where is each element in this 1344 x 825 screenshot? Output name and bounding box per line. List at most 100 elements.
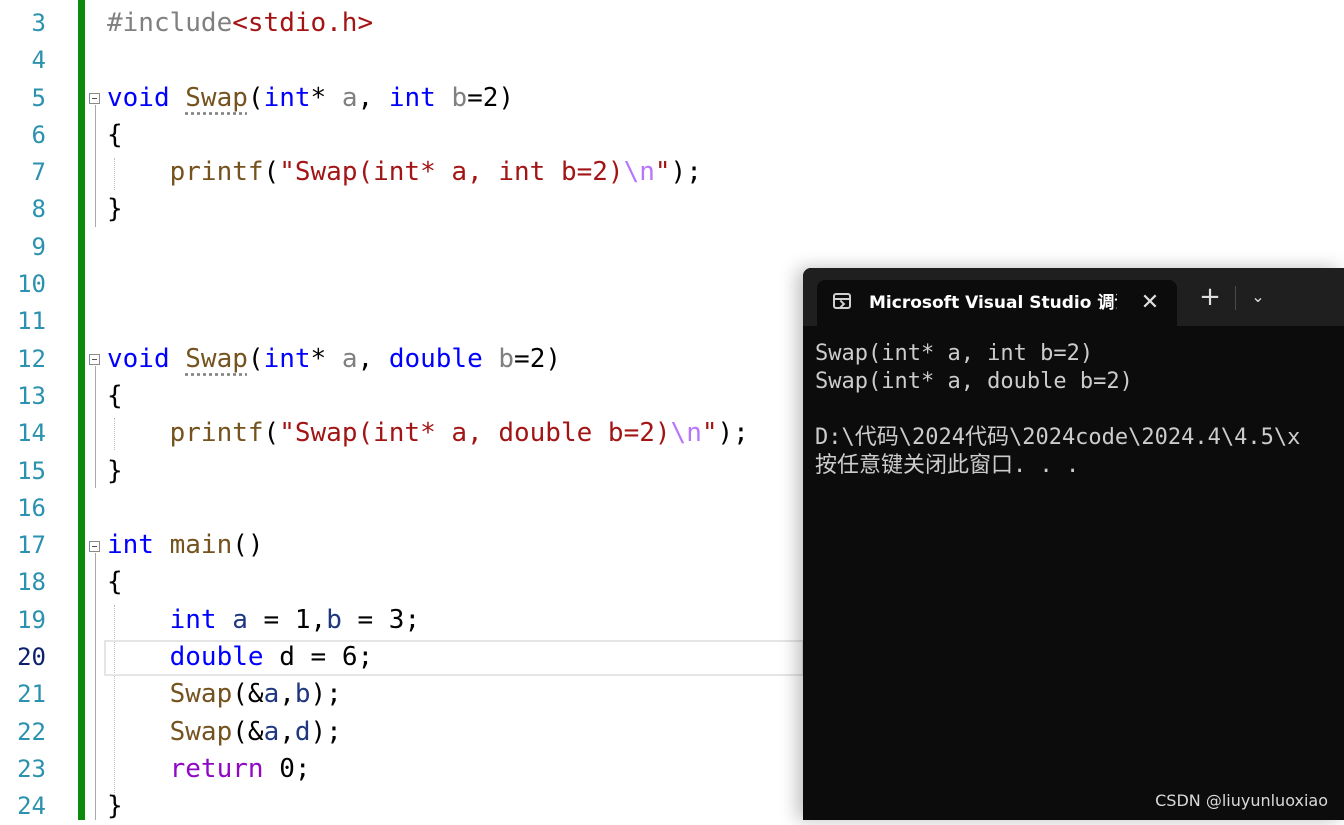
code-line-12[interactable]: void Swap(int* a, double b=2) [107, 341, 561, 378]
string-literal: " [701, 418, 718, 448]
code-line-3[interactable]: #include<stdio.h> [107, 5, 373, 42]
output-line: 按任意键关闭此窗口. . . [815, 453, 1080, 478]
code-line-19[interactable]: int a = 1,b = 3; [107, 602, 421, 639]
terminal-titlebar[interactable]: Microsoft Visual Studio 调试控制台 ✕ + ⌄ [803, 268, 1344, 326]
punct: ); [670, 157, 702, 187]
code-line-14[interactable]: printf("Swap(int* a, double b=2)\n"); [107, 415, 749, 452]
tab-title: Microsoft Visual Studio 调试控制台 [869, 293, 1117, 313]
local-variable: b [294, 679, 311, 709]
code-line-13[interactable]: { [107, 378, 123, 415]
line-number: 11 [17, 307, 46, 335]
keyword: int [388, 83, 436, 113]
line-number: 22 [17, 718, 46, 746]
terminal-tab[interactable]: Microsoft Visual Studio 调试控制台 ✕ [817, 280, 1177, 326]
line-number: 24 [17, 792, 46, 820]
statement-rest: 0; [263, 754, 311, 784]
keyword: int [263, 83, 311, 113]
code-line-20[interactable]: double d = 6; [107, 639, 374, 676]
code-line-24[interactable]: } [107, 788, 123, 825]
chevron-down-icon[interactable]: ⌄ [1241, 280, 1275, 314]
line-number: 13 [17, 382, 46, 410]
output-line: Swap(int* a, double b=2) [815, 369, 1133, 394]
brace: } [107, 456, 123, 486]
line-number: 18 [17, 568, 46, 596]
function-name: Swap [169, 717, 233, 747]
function-name: printf [169, 418, 264, 448]
parameter: b [498, 344, 515, 374]
punct: , [279, 717, 295, 747]
parameter: b [451, 83, 468, 113]
statement-rest: d = 6; [263, 642, 374, 672]
line-number: 8 [31, 195, 46, 223]
code-line-21[interactable]: Swap(&a,b); [107, 676, 342, 713]
punct: ); [717, 418, 749, 448]
punct: * [310, 344, 342, 374]
punct: , [357, 83, 389, 113]
punct: =2) [467, 83, 515, 113]
local-variable: a [263, 717, 280, 747]
brace: { [107, 120, 123, 150]
titlebar-divider [1235, 286, 1236, 310]
escape-sequence: \n [670, 418, 702, 448]
function-name: Swap [185, 344, 248, 374]
escape-sequence: \n [623, 157, 655, 187]
fold-toggle-icon[interactable] [89, 93, 100, 104]
brace: } [107, 791, 123, 821]
punct: ); [310, 717, 342, 747]
line-number-current: 20 [17, 643, 46, 671]
local-variable: b [326, 605, 342, 635]
code-line-15[interactable]: } [107, 453, 123, 490]
punct: ); [310, 679, 342, 709]
code-line-8[interactable]: } [107, 191, 123, 228]
close-tab-button[interactable]: ✕ [1133, 286, 1167, 320]
code-line-5[interactable]: void Swap(int* a, int b=2) [107, 80, 514, 117]
code-line-7[interactable]: printf("Swap(int* a, int b=2)\n"); [107, 154, 702, 191]
code-line-23[interactable]: return 0; [107, 751, 311, 788]
change-tracking-bar [78, 0, 85, 820]
code-line-18[interactable]: { [107, 564, 123, 601]
header-name: <stdio.h> [232, 8, 374, 38]
punct: , [357, 344, 389, 374]
keyword: void [107, 344, 170, 374]
code-line-22[interactable]: Swap(&a,d); [107, 714, 342, 751]
punct: () [232, 530, 264, 560]
line-number: 16 [17, 494, 46, 522]
fold-toggle-icon[interactable] [89, 354, 100, 365]
fold-guide [95, 553, 96, 820]
console-icon [833, 293, 851, 309]
debug-console-window[interactable]: Microsoft Visual Studio 调试控制台 ✕ + ⌄ Swap… [803, 268, 1344, 820]
local-variable: a [263, 679, 280, 709]
terminal-output[interactable]: Swap(int* a, int b=2) Swap(int* a, doubl… [815, 340, 1344, 480]
code-line-17[interactable]: int main() [107, 527, 264, 564]
function-name: Swap [185, 83, 248, 113]
line-number: 3 [31, 9, 46, 37]
brace: { [107, 567, 123, 597]
line-number: 15 [17, 457, 46, 485]
new-tab-button[interactable]: + [1193, 280, 1227, 314]
line-number: 14 [17, 419, 46, 447]
parameter: a [341, 344, 358, 374]
punct: , [279, 679, 295, 709]
line-number: 10 [17, 270, 46, 298]
string-literal: "Swap(int* a, double b=2) [279, 418, 671, 448]
line-number: 6 [31, 121, 46, 149]
keyword: int [169, 605, 217, 635]
punct: ( [263, 157, 280, 187]
line-number: 12 [17, 345, 46, 373]
local-variable: d [294, 717, 311, 747]
punct: * [310, 83, 342, 113]
code-line-6[interactable]: { [107, 117, 123, 154]
keyword: double [388, 344, 483, 374]
line-number: 4 [31, 46, 46, 74]
fold-toggle-icon[interactable] [89, 541, 100, 552]
parameter: a [341, 83, 358, 113]
function-name: main [169, 530, 233, 560]
string-literal: "Swap(int* a, int b=2) [279, 157, 624, 187]
keyword: int [107, 530, 154, 560]
punct: (& [232, 679, 264, 709]
